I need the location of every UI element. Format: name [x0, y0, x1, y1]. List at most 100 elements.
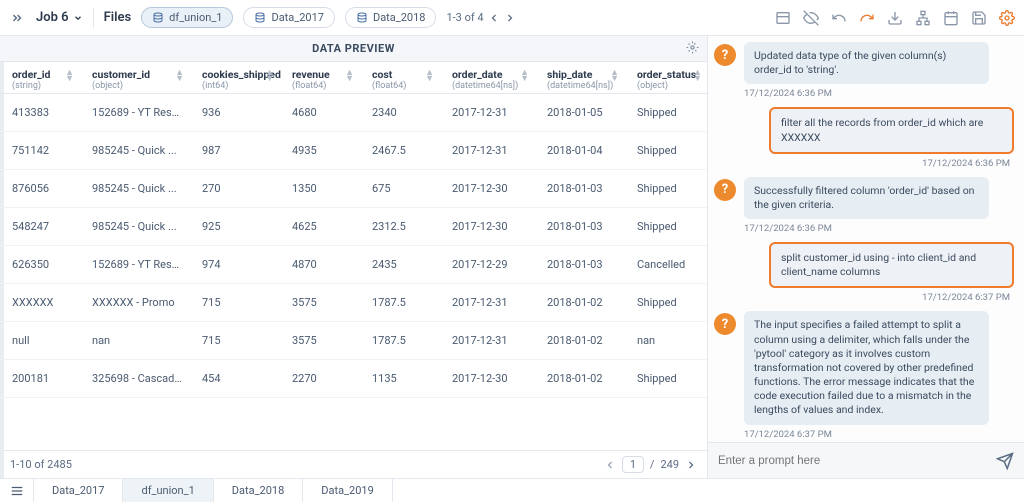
table-cell: 2017-12-31 [440, 322, 535, 360]
assistant-avatar: ? [714, 313, 736, 335]
settings-icon[interactable] [998, 9, 1016, 27]
table-cell: 715 [190, 322, 280, 360]
table-row[interactable]: 200181325698 - Cascad...454227011352017-… [0, 360, 707, 398]
message-timestamp: 17/12/2024 6:36 PM [744, 88, 1014, 99]
footer-tab-df-union-1[interactable]: df_union_1 [123, 479, 213, 502]
footer-tabs: Data_2017 df_union_1 Data_2018 Data_2019 [0, 478, 1024, 502]
column-header[interactable]: revenue(float64)▲▼ [280, 62, 360, 94]
column-header[interactable]: order_status(object)▲▼ [625, 62, 707, 94]
message-timestamp: 17/12/2024 6:36 PM [714, 158, 1010, 169]
table-cell: Shipped [625, 284, 707, 322]
top-toolbar: Job 6 Files df_union_1 Data_2017 Data_20… [0, 0, 1024, 36]
table-cell: 925 [190, 208, 280, 246]
redo-icon[interactable] [858, 9, 876, 27]
table-cell: 974 [190, 246, 280, 284]
table-row[interactable]: 751142985245 - Quick ...98749352467.5201… [0, 132, 707, 170]
preview-settings-icon[interactable] [686, 41, 699, 54]
table-cell: 413383 [0, 94, 80, 132]
hamburger-icon[interactable] [0, 479, 34, 502]
calendar-icon[interactable] [942, 9, 960, 27]
footer-tab-data-2019[interactable]: Data_2019 [303, 479, 392, 502]
table-row[interactable]: 413383152689 - YT Rest...936468023402017… [0, 94, 707, 132]
table-cell: Shipped [625, 94, 707, 132]
send-icon[interactable] [996, 452, 1014, 470]
table-cell: 152689 - YT Rest... [80, 94, 190, 132]
table-cell: 2017-12-31 [440, 94, 535, 132]
column-header[interactable]: order_id(string)▲▼ [0, 62, 80, 94]
file-chip-data-2017[interactable]: Data_2017 [243, 7, 334, 28]
table-row[interactable]: 876056985245 - Quick ...27013506752017-1… [0, 170, 707, 208]
tree-icon[interactable] [914, 9, 932, 27]
file-chip-df-union-1[interactable]: df_union_1 [141, 7, 233, 28]
page-prev-icon[interactable] [604, 459, 616, 471]
table-cell: 2018-01-02 [535, 360, 625, 398]
data-preview-panel: DATA PREVIEW order_id(string)▲▼customer_… [0, 36, 708, 478]
chat-prompt-input[interactable] [718, 455, 988, 467]
table-cell: 3575 [280, 284, 360, 322]
table-cell: 985245 - Quick ... [80, 132, 190, 170]
page-current-input[interactable]: 1 [622, 456, 644, 473]
page-next-icon[interactable] [685, 459, 697, 471]
table-cell: 454 [190, 360, 280, 398]
table-cell: 1787.5 [360, 322, 440, 360]
column-header[interactable]: cost(float64)▲▼ [360, 62, 440, 94]
panel-icon[interactable] [774, 9, 792, 27]
table-cell: 152689 - YT Rest... [80, 246, 190, 284]
export-icon[interactable] [886, 9, 904, 27]
table-cell: 715 [190, 284, 280, 322]
table-cell: 4625 [280, 208, 360, 246]
footer-tab-data-2018[interactable]: Data_2018 [214, 479, 303, 502]
data-table: order_id(string)▲▼customer_id(object)▲▼c… [0, 62, 707, 398]
table-cell: null [0, 322, 80, 360]
table-cell: 2017-12-30 [440, 208, 535, 246]
table-cell: 548247 [0, 208, 80, 246]
table-cell: 1350 [280, 170, 360, 208]
save-icon[interactable] [970, 9, 988, 27]
table-cell: 675 [360, 170, 440, 208]
table-cell: nan [625, 322, 707, 360]
table-row[interactable]: 548247985245 - Quick ...92546252312.5201… [0, 208, 707, 246]
column-header[interactable]: customer_id(object)▲▼ [80, 62, 190, 94]
table-cell: 2340 [360, 94, 440, 132]
table-cell: 876056 [0, 170, 80, 208]
table-cell: Shipped [625, 360, 707, 398]
table-cell: 936 [190, 94, 280, 132]
table-cell: 2018-01-03 [535, 246, 625, 284]
table-row[interactable]: nullnan71535751787.52017-12-312018-01-02… [0, 322, 707, 360]
message-timestamp: 17/12/2024 6:37 PM [714, 292, 1010, 303]
table-cell: nan [80, 322, 190, 360]
table-cell: 4870 [280, 246, 360, 284]
assistant-message: Successfully filtered column 'order_id' … [744, 177, 989, 219]
chip-pager: 1-3 of 4 [446, 11, 515, 24]
table-cell: 4680 [280, 94, 360, 132]
table-cell: XXXXXX [0, 284, 80, 322]
footer-tab-data-2017[interactable]: Data_2017 [34, 479, 123, 502]
collapse-sidebar-icon[interactable] [8, 9, 26, 27]
data-preview-title: DATA PREVIEW [312, 42, 395, 55]
file-chip-data-2018[interactable]: Data_2018 [345, 7, 436, 28]
table-cell: 2017-12-31 [440, 132, 535, 170]
table-cell: 3575 [280, 322, 360, 360]
chip-pager-prev-icon[interactable] [488, 12, 500, 24]
table-cell: 2018-01-03 [535, 208, 625, 246]
table-cell: 2312.5 [360, 208, 440, 246]
table-cell: 2270 [280, 360, 360, 398]
table-cell: 2017-12-30 [440, 170, 535, 208]
undo-icon[interactable] [830, 9, 848, 27]
table-row[interactable]: XXXXXXXXXXXX - Promo71535751787.52017-12… [0, 284, 707, 322]
table-cell: XXXXXX - Promo [80, 284, 190, 322]
table-cell: 751142 [0, 132, 80, 170]
chip-pager-next-icon[interactable] [504, 12, 516, 24]
column-header[interactable]: ship_date(datetime64[ns])▲▼ [535, 62, 625, 94]
table-cell: 2018-01-05 [535, 94, 625, 132]
column-header[interactable]: cookies_shipped(int64)▲▼ [190, 62, 280, 94]
message-timestamp: 17/12/2024 6:36 PM [744, 223, 1014, 234]
table-cell: Cancelled [625, 246, 707, 284]
table-cell: 4935 [280, 132, 360, 170]
table-cell: Shipped [625, 132, 707, 170]
user-message: split customer_id using - into client_id… [769, 242, 1014, 288]
table-row[interactable]: 626350152689 - YT Rest...974487024352017… [0, 246, 707, 284]
column-header[interactable]: order_date(datetime64[ns])▲▼ [440, 62, 535, 94]
table-cell: 2467.5 [360, 132, 440, 170]
hide-icon[interactable] [802, 9, 820, 27]
